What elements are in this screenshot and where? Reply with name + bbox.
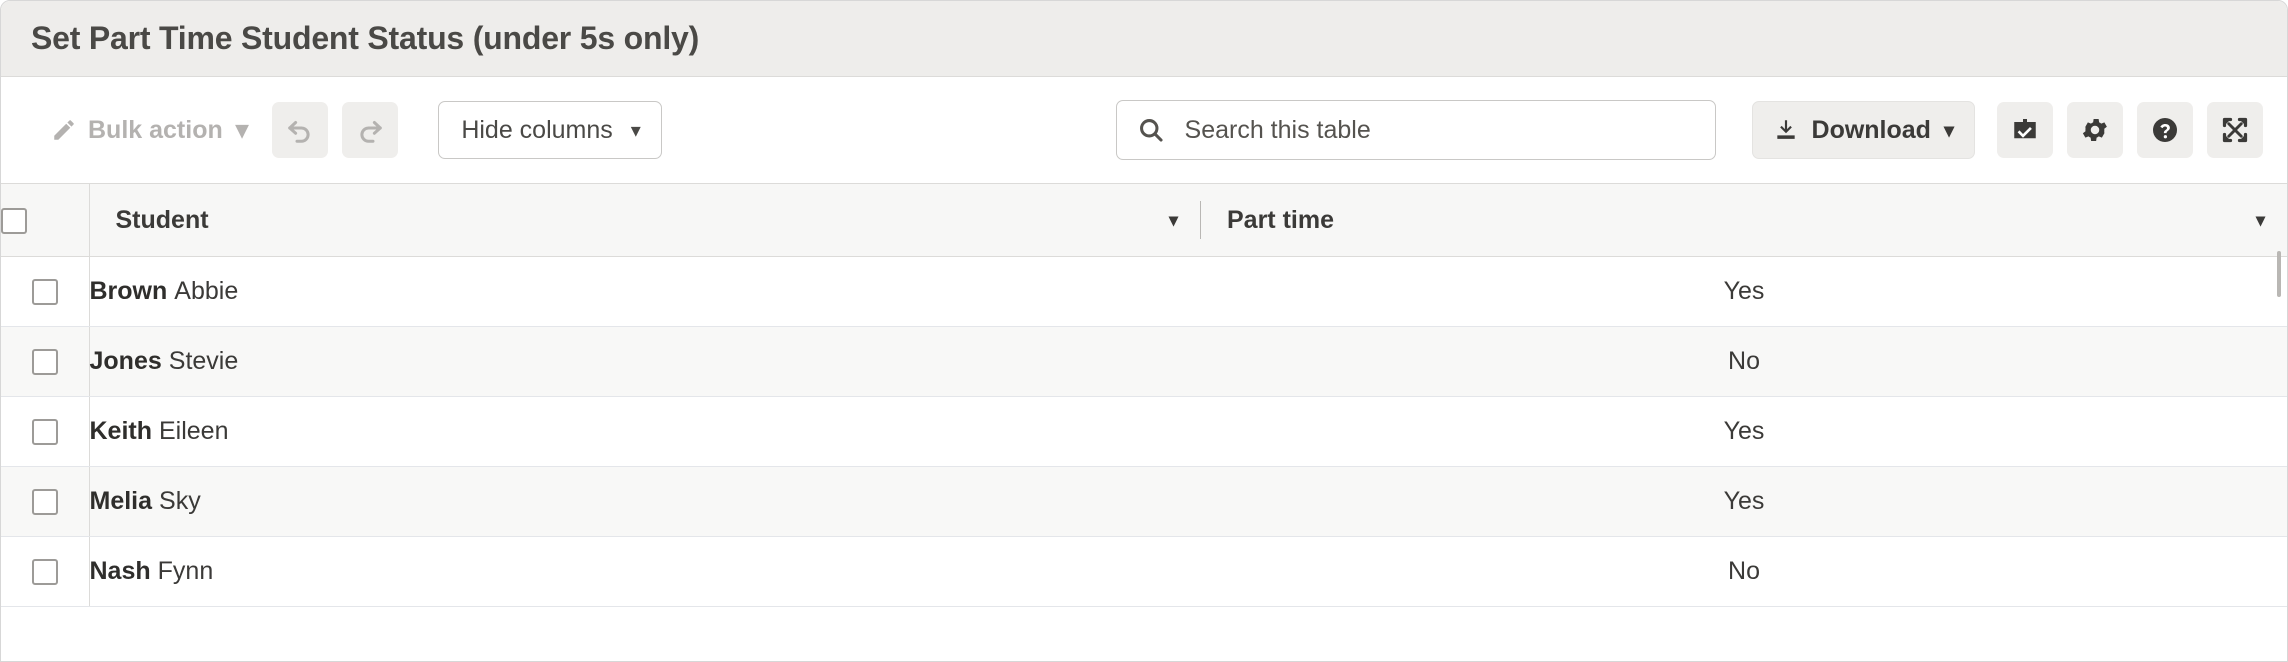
row-checkbox[interactable] bbox=[32, 559, 58, 585]
expand-button[interactable] bbox=[2207, 102, 2263, 158]
chevron-down-icon: ▾ bbox=[631, 118, 641, 143]
row-select-cell bbox=[1, 467, 89, 537]
undo-button[interactable] bbox=[272, 102, 328, 158]
toolbar-left-group: Bulk action ▾ bbox=[45, 101, 662, 159]
table-toolbar: Bulk action ▾ bbox=[1, 77, 2287, 183]
student-surname: Keith bbox=[90, 417, 153, 445]
cell-part-time[interactable]: Yes bbox=[1201, 397, 2287, 467]
cell-student: MeliaSky bbox=[89, 467, 1201, 537]
student-table: Student ▾ Part time ▾ bbox=[1, 183, 2287, 607]
bulk-action-dropdown[interactable]: Bulk action ▾ bbox=[45, 107, 258, 153]
cell-student: KeithEileen bbox=[89, 397, 1201, 467]
select-all-checkbox[interactable] bbox=[1, 208, 27, 234]
header-divider bbox=[1200, 201, 1201, 239]
student-surname: Nash bbox=[90, 557, 151, 585]
column-header-part-time[interactable]: Part time ▾ bbox=[1201, 184, 2287, 257]
question-circle-icon bbox=[2150, 115, 2180, 145]
student-firstname: Sky bbox=[159, 487, 201, 515]
row-checkbox[interactable] bbox=[32, 489, 58, 515]
table-row[interactable]: KeithEileen Yes bbox=[1, 397, 2287, 467]
toolbar-right-group: Download ▾ bbox=[1116, 100, 2263, 160]
column-header-student[interactable]: Student ▾ bbox=[89, 184, 1201, 257]
download-button[interactable]: Download ▾ bbox=[1752, 101, 1975, 159]
table-header-row: Student ▾ Part time ▾ bbox=[1, 184, 2287, 257]
magnifier-icon bbox=[1137, 116, 1165, 144]
cell-part-time[interactable]: Yes bbox=[1201, 257, 2287, 327]
student-firstname: Stevie bbox=[169, 347, 238, 375]
student-firstname: Abbie bbox=[174, 277, 238, 305]
page-title: Set Part Time Student Status (under 5s o… bbox=[31, 20, 699, 57]
search-input[interactable] bbox=[1183, 115, 1695, 146]
checked-box-icon bbox=[2010, 115, 2040, 145]
row-select-cell bbox=[1, 397, 89, 467]
column-header-part-time-label: Part time bbox=[1227, 206, 1334, 235]
settings-button[interactable] bbox=[2067, 102, 2123, 158]
student-firstname: Eileen bbox=[159, 417, 229, 445]
help-button[interactable] bbox=[2137, 102, 2193, 158]
row-select-cell bbox=[1, 257, 89, 327]
select-all-cell bbox=[1, 184, 89, 257]
table-panel: Set Part Time Student Status (under 5s o… bbox=[0, 0, 2288, 662]
cell-part-time[interactable]: No bbox=[1201, 327, 2287, 397]
redo-button[interactable] bbox=[342, 102, 398, 158]
row-checkbox[interactable] bbox=[32, 279, 58, 305]
cell-student: BrownAbbie bbox=[89, 257, 1201, 327]
row-checkbox[interactable] bbox=[32, 349, 58, 375]
cell-student: NashFynn bbox=[89, 537, 1201, 607]
row-select-cell bbox=[1, 537, 89, 607]
student-surname: Melia bbox=[90, 487, 153, 515]
search-box[interactable] bbox=[1116, 100, 1716, 160]
redo-arrow-icon bbox=[355, 115, 385, 145]
pencil-icon bbox=[51, 117, 77, 143]
hide-columns-dropdown[interactable]: Hide columns ▾ bbox=[438, 101, 662, 159]
undo-arrow-icon bbox=[285, 115, 315, 145]
student-surname: Brown bbox=[90, 277, 168, 305]
chevron-down-icon: ▾ bbox=[236, 115, 249, 145]
cell-part-time[interactable]: Yes bbox=[1201, 467, 2287, 537]
student-surname: Jones bbox=[90, 347, 162, 375]
column-header-student-label: Student bbox=[116, 206, 209, 235]
table-row[interactable]: NashFynn No bbox=[1, 537, 2287, 607]
hide-columns-label: Hide columns bbox=[461, 116, 612, 145]
gear-icon bbox=[2080, 115, 2110, 145]
row-checkbox[interactable] bbox=[32, 419, 58, 445]
chevron-down-icon: ▾ bbox=[1944, 118, 1954, 143]
tasks-button[interactable] bbox=[1997, 102, 2053, 158]
header-right-resize-handle[interactable] bbox=[2277, 251, 2281, 297]
table-body: BrownAbbie Yes JonesStevie No KeithEilee bbox=[1, 257, 2287, 607]
expand-arrows-icon bbox=[2220, 115, 2250, 145]
bulk-action-label: Bulk action bbox=[88, 116, 223, 145]
part-time-sort-caret-icon[interactable]: ▾ bbox=[2242, 211, 2287, 229]
table-row[interactable]: MeliaSky Yes bbox=[1, 467, 2287, 537]
table-row[interactable]: BrownAbbie Yes bbox=[1, 257, 2287, 327]
cell-part-time[interactable]: No bbox=[1201, 537, 2287, 607]
row-select-cell bbox=[1, 327, 89, 397]
student-sort-caret-icon[interactable]: ▾ bbox=[1155, 211, 1200, 229]
student-firstname: Fynn bbox=[158, 557, 214, 585]
panel-titlebar: Set Part Time Student Status (under 5s o… bbox=[1, 1, 2287, 77]
download-label: Download bbox=[1812, 116, 1931, 145]
table-row[interactable]: JonesStevie No bbox=[1, 327, 2287, 397]
cell-student: JonesStevie bbox=[89, 327, 1201, 397]
download-icon bbox=[1773, 117, 1799, 143]
